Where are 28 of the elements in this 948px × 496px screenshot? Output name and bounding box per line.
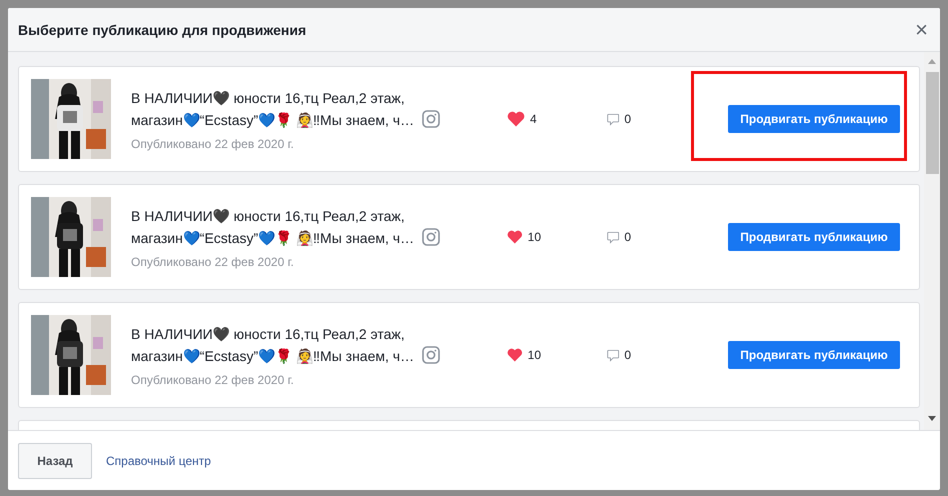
post-text: В НАЛИЧИИ🖤 юности 16,тц Реал,2 этаж, (131, 89, 406, 108)
heart-icon (507, 229, 523, 245)
back-button[interactable]: Назад (18, 442, 92, 478)
post-text: магазин💙“Ecstasy”💙🌹 👰‼Мы знаем, ч… (131, 229, 411, 248)
post-text: магазин💙“Ecstasy”💙🌹 👰‼Мы знаем, ч… (131, 347, 411, 366)
publish-date: Опубликовано 22 фев 2020 г. (131, 137, 295, 151)
heart-icon (507, 111, 525, 127)
post-text: В НАЛИЧИИ🖤 юности 16,тц Реал,2 этаж, (131, 325, 406, 344)
promote-button[interactable]: Продвигать публикацию (728, 223, 900, 251)
likes-count: 10 (528, 348, 541, 362)
likes-count: 4 (530, 112, 537, 126)
promote-button[interactable]: Продвигать публикацию (728, 341, 900, 369)
heart-icon (507, 347, 523, 363)
instagram-icon (422, 228, 440, 246)
promote-button[interactable]: Продвигать публикацию (728, 105, 900, 133)
publish-date: Опубликовано 22 фев 2020 г. (131, 255, 295, 269)
dialog-title: Выберите публикацию для продвижения (18, 22, 306, 38)
close-button[interactable]: × (913, 18, 930, 40)
post-text: В НАЛИЧИИ🖤 юности 16,тц Реал,2 этаж, (131, 207, 406, 226)
instagram-icon (422, 110, 440, 128)
post-text: магазин💙“Ecstasy”💙🌹 👰‼Мы знаем, ч… (131, 111, 411, 130)
comments-count: 0 (624, 112, 631, 126)
comments-count: 0 (624, 230, 631, 244)
likes-count: 10 (528, 230, 541, 244)
help-center-link[interactable]: Справочный центр (106, 454, 211, 468)
comments-count: 0 (624, 348, 631, 362)
instagram-icon (422, 346, 440, 364)
publish-date: Опубликовано 22 фев 2020 г. (131, 373, 295, 387)
